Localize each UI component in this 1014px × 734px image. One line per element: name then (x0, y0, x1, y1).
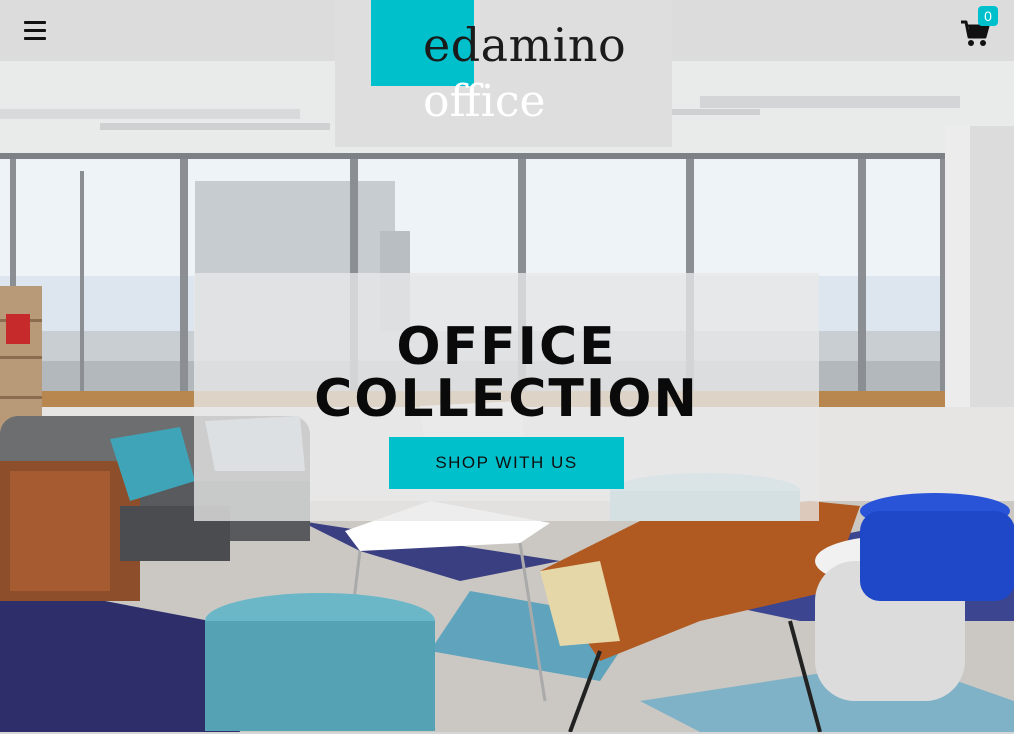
cart-count-badge: 0 (978, 6, 998, 26)
logo-wordmark: edamino (423, 18, 627, 72)
hero-overlay-panel: OFFICE COLLECTION SHOP WITH US (194, 273, 819, 521)
logo-subtitle: office (423, 76, 546, 127)
shop-with-us-button[interactable]: SHOP WITH US (389, 437, 624, 489)
hero-headline: OFFICE COLLECTION (314, 317, 699, 429)
shopping-cart-button[interactable]: 0 (960, 6, 998, 50)
brand-logo[interactable]: edamino office (335, 0, 672, 147)
hamburger-menu-icon[interactable] (24, 21, 46, 43)
